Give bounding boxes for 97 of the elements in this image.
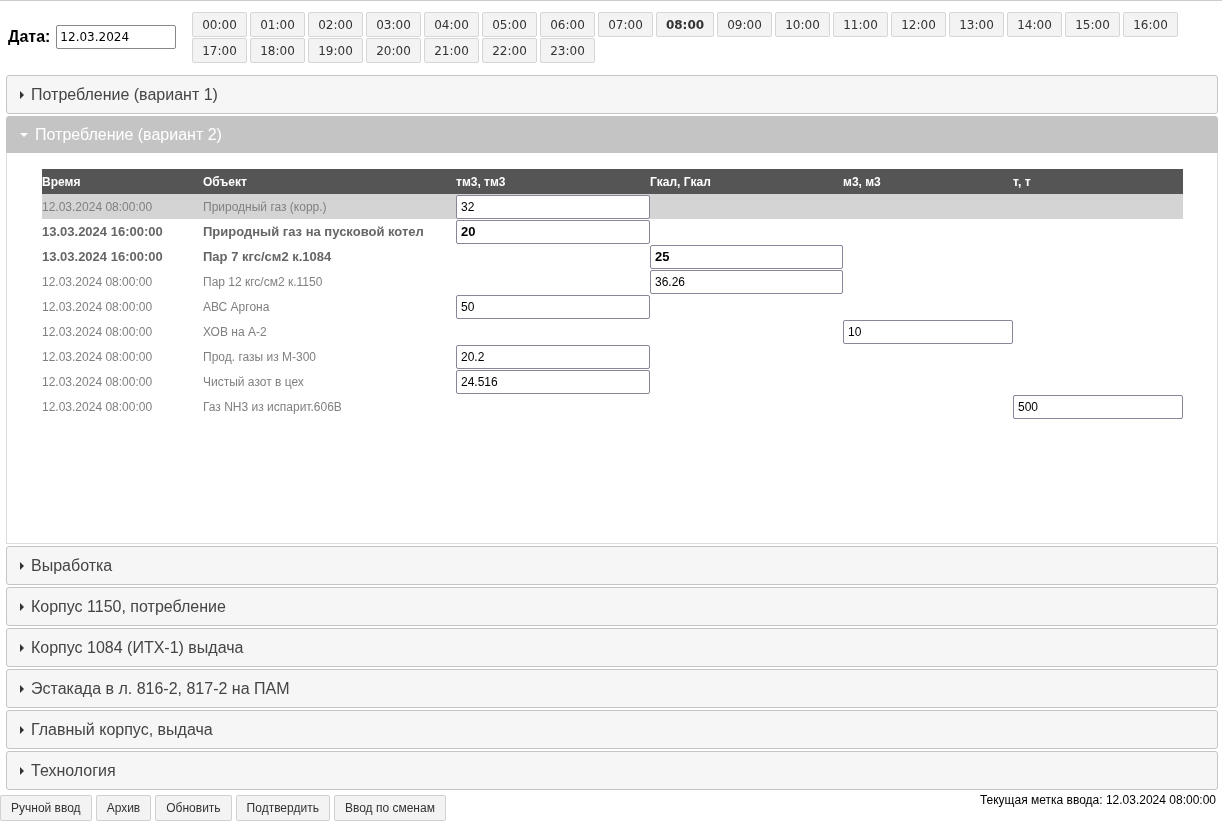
table-row[interactable]: 13.03.2024 16:00:00 Природный газ на пусковой котел 20 bbox=[42, 219, 1183, 244]
hour-button[interactable]: 07:00 bbox=[598, 12, 653, 37]
time-cell-text: 12.03.2024 08:00:00 bbox=[42, 199, 154, 214]
table-row[interactable]: 12.03.2024 08:00:00 Природный газ (корр.) 32 bbox=[42, 194, 1183, 219]
column-header: Гкал, Гкал bbox=[650, 174, 712, 189]
value-field[interactable]: 20.2 bbox=[456, 344, 650, 369]
date-label: Дата: bbox=[8, 28, 51, 46]
hour-button[interactable]: 04:00 bbox=[424, 12, 479, 37]
time-cell-text: 12.03.2024 08:00:00 bbox=[42, 399, 154, 414]
object-cell-text: АВС Аргона bbox=[203, 299, 271, 314]
hour-button[interactable]: 21:00 bbox=[424, 38, 479, 63]
table-row[interactable]: 12.03.2024 08:00:00 Прод. газы из М-300 20.2 bbox=[42, 344, 1183, 369]
caret-icon bbox=[20, 561, 24, 570]
value-field[interactable]: 36.26 bbox=[650, 269, 843, 294]
hour-button[interactable]: 16:00 bbox=[1123, 12, 1178, 37]
hour-button[interactable]: 18:00 bbox=[250, 38, 305, 63]
table-row[interactable]: 12.03.2024 08:00:00 Газ NH3 из испарит.606В 500 bbox=[42, 394, 1183, 419]
column-header: т, т bbox=[1013, 174, 1032, 189]
column-header: Объект bbox=[203, 174, 248, 189]
hour-button[interactable]: 00:00 bbox=[192, 12, 247, 37]
caret-icon bbox=[20, 90, 24, 99]
table-row[interactable]: 12.03.2024 08:00:00 АВС Аргона 50 bbox=[42, 294, 1183, 319]
section-title: Потребление (вариант 2) bbox=[35, 125, 222, 144]
hour-button[interactable]: 20:00 bbox=[366, 38, 421, 63]
section-header[interactable]: Главный корпус, выдача bbox=[6, 710, 1218, 749]
caret-icon bbox=[20, 766, 24, 775]
value-field[interactable]: 10 bbox=[843, 319, 1013, 344]
hour-button[interactable]: 03:00 bbox=[366, 12, 421, 37]
hour-button[interactable]: 11:00 bbox=[833, 12, 888, 37]
section-header[interactable]: Потребление (вариант 1) bbox=[6, 75, 1218, 114]
hour-button[interactable]: 13:00 bbox=[949, 12, 1004, 37]
hour-button[interactable]: 08:00 bbox=[656, 12, 714, 37]
column-header: тм3, тм3 bbox=[456, 174, 507, 189]
value-field[interactable]: 32 bbox=[456, 194, 650, 219]
section-header[interactable]: Корпус 1150, потребление bbox=[6, 587, 1218, 626]
toolbar-button[interactable]: Ввод по сменам bbox=[333, 795, 446, 821]
hour-button[interactable]: 15:00 bbox=[1065, 12, 1120, 37]
time-cell-text: 13.03.2024 16:00:00 bbox=[42, 249, 164, 264]
object-cell-text: Пар 12 кгс/см2 к.1150 bbox=[203, 274, 324, 289]
time-cell-text: 12.03.2024 08:00:00 bbox=[42, 374, 154, 389]
object-cell-text: Прод. газы из М-300 bbox=[203, 349, 318, 364]
object-cell-text: Природный газ на пусковой котел bbox=[203, 224, 425, 239]
section-title: Эстакада в л. 816-2, 817-2 на ПАМ bbox=[31, 679, 290, 698]
hour-button[interactable]: 17:00 bbox=[192, 38, 247, 63]
section-header[interactable]: Технология bbox=[6, 751, 1218, 790]
caret-icon bbox=[20, 725, 24, 734]
section-title: Потребление (вариант 1) bbox=[31, 85, 218, 104]
object-cell-text: ХОВ на А-2 bbox=[203, 324, 268, 339]
section-header[interactable]: Выработка bbox=[6, 546, 1218, 585]
value-field[interactable]: 24.516 bbox=[456, 369, 650, 394]
table-row[interactable]: 12.03.2024 08:00:00 Пар 12 кгс/см2 к.1150 36.26 bbox=[42, 269, 1183, 294]
time-cell-text: 13.03.2024 16:00:00 bbox=[42, 224, 164, 239]
column-header: Время bbox=[42, 174, 82, 189]
table-row[interactable]: 13.03.2024 16:00:00 Пар 7 кгс/см2 к.1084 25 bbox=[42, 244, 1183, 269]
object-cell-text: Газ NH3 из испарит.606В bbox=[203, 399, 343, 414]
hour-button[interactable]: 22:00 bbox=[482, 38, 537, 63]
hour-button[interactable]: 12:00 bbox=[891, 12, 946, 37]
section-title: Выработка bbox=[31, 556, 113, 575]
section-header[interactable]: Эстакада в л. 816-2, 817-2 на ПАМ bbox=[6, 669, 1218, 708]
caret-icon bbox=[20, 643, 24, 652]
object-cell-text: Природный газ (корр.) bbox=[203, 199, 328, 214]
hour-button[interactable]: 02:00 bbox=[308, 12, 363, 37]
time-cell-text: 12.03.2024 08:00:00 bbox=[42, 274, 154, 289]
hour-button[interactable]: 23:00 bbox=[540, 38, 595, 63]
section-title: Корпус 1150, потребление bbox=[31, 597, 226, 616]
section-title: Главный корпус, выдача bbox=[31, 720, 213, 739]
caret-icon bbox=[20, 132, 28, 137]
hour-button[interactable]: 14:00 bbox=[1007, 12, 1062, 37]
toolbar-button[interactable]: Обновить bbox=[155, 795, 232, 821]
value-field[interactable]: 25 bbox=[650, 244, 843, 269]
status-text: Текущая метка ввода: 12.03.2024 08:00:00 bbox=[979, 793, 1217, 807]
table-row[interactable]: 12.03.2024 08:00:00 ХОВ на А-2 10 bbox=[42, 319, 1183, 344]
caret-icon bbox=[20, 602, 24, 611]
date-field[interactable]: 12.03.2024 bbox=[56, 25, 177, 49]
toolbar-button[interactable]: Архив bbox=[95, 795, 152, 821]
column-header: м3, м3 bbox=[843, 174, 882, 189]
value-field[interactable]: 500 bbox=[1013, 394, 1183, 419]
time-cell-text: 12.03.2024 08:00:00 bbox=[42, 324, 154, 339]
hour-button[interactable]: 05:00 bbox=[482, 12, 537, 37]
toolbar-button[interactable]: Подтвердить bbox=[235, 795, 330, 821]
hour-button[interactable]: 09:00 bbox=[717, 12, 772, 37]
hour-button[interactable]: 01:00 bbox=[250, 12, 305, 37]
section-title: Технология bbox=[31, 761, 116, 780]
table-row[interactable]: 12.03.2024 08:00:00 Чистый азот в цех 24.516 bbox=[42, 369, 1183, 394]
section-header[interactable]: Корпус 1084 (ИТХ-1) выдача bbox=[6, 628, 1218, 667]
section-title: Корпус 1084 (ИТХ-1) выдача bbox=[31, 638, 244, 657]
value-field[interactable]: 20 bbox=[456, 219, 650, 244]
caret-icon bbox=[20, 684, 24, 693]
object-cell-text: Чистый азот в цех bbox=[203, 374, 305, 389]
hour-button[interactable]: 10:00 bbox=[775, 12, 830, 37]
value-field[interactable]: 50 bbox=[456, 294, 650, 319]
toolbar-button[interactable]: Ручной ввод bbox=[0, 795, 92, 821]
hour-button[interactable]: 06:00 bbox=[540, 12, 595, 37]
time-cell-text: 12.03.2024 08:00:00 bbox=[42, 299, 154, 314]
time-cell-text: 12.03.2024 08:00:00 bbox=[42, 349, 154, 364]
hour-button[interactable]: 19:00 bbox=[308, 38, 363, 63]
object-cell-text: Пар 7 кгс/см2 к.1084 bbox=[203, 249, 333, 264]
